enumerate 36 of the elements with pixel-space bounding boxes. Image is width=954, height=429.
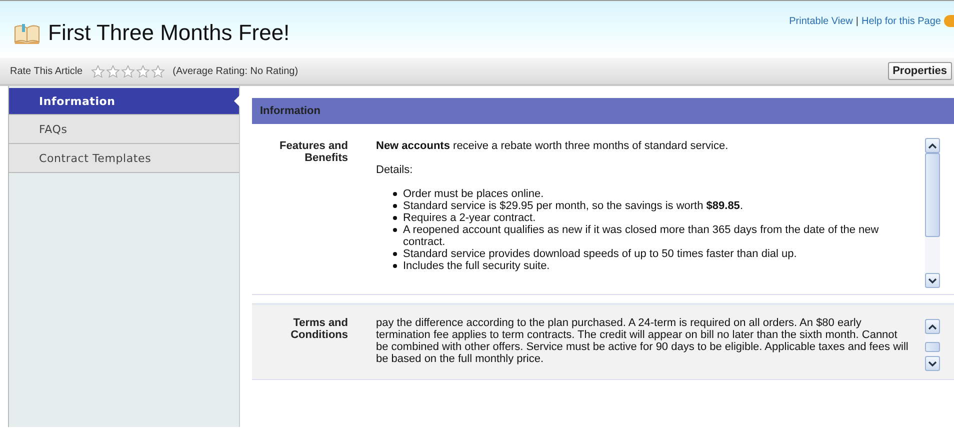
star-icon[interactable] bbox=[136, 64, 150, 78]
sidebar-item[interactable]: FAQs bbox=[9, 115, 239, 144]
bullet-item: Order must be places online. bbox=[393, 188, 911, 200]
page-title: First Three Months Free! bbox=[48, 20, 290, 46]
field-label: Terms and Conditions bbox=[290, 316, 348, 343]
details-heading: Details: bbox=[376, 164, 414, 176]
sidebar-item[interactable]: Contract Templates bbox=[9, 144, 239, 173]
scroll-up-icon[interactable] bbox=[928, 142, 937, 148]
separator: | bbox=[856, 16, 858, 27]
rate-label: Rate This Article bbox=[10, 66, 83, 76]
intro-text: New accounts receive a rebate worth three months of standard service. bbox=[376, 140, 730, 152]
bullet-item: A reopened account qualifies as new if it was closed more than 365 days from the date of the new contract. bbox=[393, 224, 911, 248]
panel-header: Information bbox=[252, 98, 954, 124]
help-icon bbox=[944, 15, 954, 27]
star-icon[interactable] bbox=[90, 64, 105, 78]
terms-text: pay the difference according to the plan purchased. A 24-term is required on all orders. An $80 early termination fee applies to term contracts. The credit will appear on bill no later than the sixth month. Cannot be combined with other offers. Service must be active for 90 days to be eligible. Applicable taxes and fees will be based on the full monthly price. bbox=[376, 317, 910, 365]
sidebar-item[interactable]: Information bbox=[9, 88, 239, 115]
bullet-item: Requires a 2-year contract. bbox=[393, 212, 911, 224]
scroll-down-icon[interactable] bbox=[928, 278, 937, 284]
bullet-item: Standard service provides download speeds of up to 50 times faster than dial up. bbox=[393, 248, 911, 260]
printable-view-link[interactable]: Printable View bbox=[789, 16, 853, 27]
star-icon[interactable] bbox=[120, 64, 135, 78]
field-label: Features and Benefits bbox=[278, 139, 348, 166]
bullet-item: Includes the full security suite. bbox=[393, 260, 911, 272]
scrollbar[interactable] bbox=[925, 138, 940, 288]
scroll-up-icon[interactable] bbox=[928, 324, 937, 330]
help-link[interactable]: Help for this Page bbox=[862, 16, 941, 27]
scroll-down-icon[interactable] bbox=[928, 360, 937, 366]
scrollbar[interactable] bbox=[925, 319, 940, 371]
bullet-item: Standard service is $29.95 per month, so the savings is worth $89.85. bbox=[393, 200, 911, 212]
star-icon[interactable] bbox=[106, 64, 120, 78]
average-rating: (Average Rating: No Rating) bbox=[172, 66, 298, 76]
book-icon bbox=[14, 22, 40, 44]
star-rating[interactable] bbox=[90, 64, 165, 78]
star-icon[interactable] bbox=[150, 64, 165, 78]
properties-button[interactable]: Properties bbox=[888, 62, 952, 80]
